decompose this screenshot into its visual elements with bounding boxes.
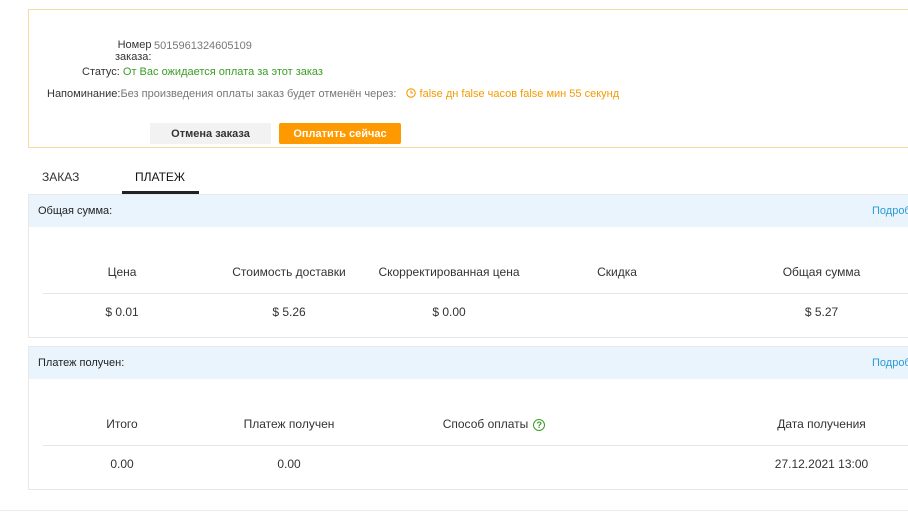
payment-received-title: Платеж получен:: [38, 357, 125, 369]
page-divider: [0, 510, 908, 511]
value-shipping-cost: $ 5.26: [272, 305, 306, 319]
col-price: Цена: [107, 265, 137, 279]
table-divider: [43, 445, 908, 446]
reminder-text: Без произведения оплаты заказ будет отме…: [120, 88, 397, 100]
payment-details-link[interactable]: Подроб: [872, 357, 908, 369]
status-value: От Вас ожидается оплата за этот заказ: [122, 66, 323, 78]
value-price: $ 0.01: [105, 305, 139, 319]
col-received-date: Дата получения: [777, 417, 866, 431]
tab-order[interactable]: ЗАКАЗ: [42, 170, 79, 184]
payment-received-card: Платеж получен: Подроб Итого Платеж полу…: [28, 346, 908, 490]
pay-now-button[interactable]: Оплатить сейчас: [279, 123, 401, 144]
reminder-row: Напоминание:Без произведения оплаты зака…: [47, 88, 619, 100]
col-payment-method: Способ оплаты?: [409, 417, 579, 431]
value-total: 0.00: [110, 457, 134, 471]
countdown-timer: false дн false часов false мин 55 секунд: [405, 88, 620, 100]
col-total-sum: Общая сумма: [782, 265, 861, 279]
order-number-label: Номер заказа:: [115, 39, 152, 63]
countdown-text: false дн false часов false мин 55 секунд: [419, 88, 620, 100]
col-discount: Скидка: [597, 265, 637, 279]
col-shipping-cost: Стоимость доставки: [232, 265, 346, 279]
cancel-order-button[interactable]: Отмена заказа: [150, 123, 271, 144]
clock-icon: [405, 88, 416, 98]
payment-method-label: Способ оплаты: [442, 417, 529, 431]
status-label: Статус:: [82, 66, 120, 78]
value-adjusted-price: $ 0.00: [432, 305, 466, 319]
col-adjusted-price: Скорректированная цена: [378, 265, 520, 279]
value-total-sum: $ 5.27: [804, 305, 839, 319]
tab-payment[interactable]: ПЛАТЕЖ: [135, 170, 185, 184]
payment-received-header: Платеж получен: Подроб: [29, 347, 908, 379]
status-row: Статус: От Вас ожидается оплата за этот …: [82, 66, 323, 78]
question-circle-icon[interactable]: ?: [533, 419, 546, 431]
reminder-label: Напоминание:: [47, 88, 121, 100]
order-number-value: 5015961324605109: [154, 40, 252, 52]
total-sum-header: Общая сумма: Подроб: [29, 195, 908, 227]
col-total: Итого: [106, 417, 138, 431]
total-details-link[interactable]: Подроб: [872, 205, 908, 217]
tab-bar: ЗАКАЗ ПЛАТЕЖ: [28, 160, 908, 194]
value-received-date: 27.12.2021 13:00: [774, 457, 869, 471]
total-sum-title: Общая сумма:: [38, 205, 113, 217]
total-sum-card: Общая сумма: Подроб Цена Стоимость доста…: [28, 194, 908, 338]
col-payment-received: Платеж получен: [243, 417, 335, 431]
value-payment-received: 0.00: [277, 457, 301, 471]
order-info-panel: Номер заказа: 5015961324605109 Статус: О…: [28, 9, 908, 148]
table-divider: [43, 293, 908, 294]
